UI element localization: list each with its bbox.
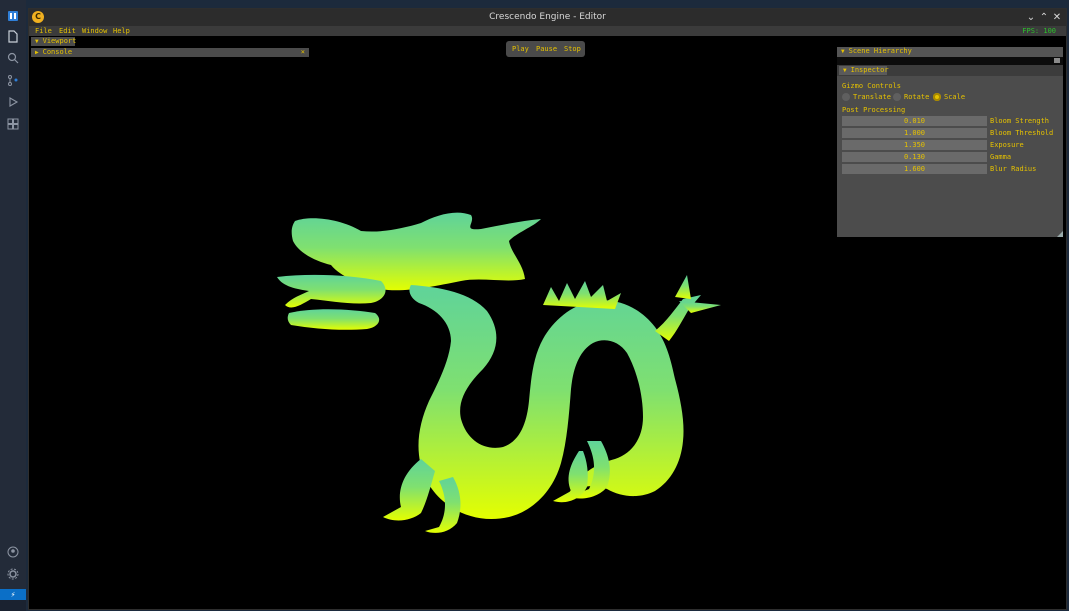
param-bloom-strength: 0.010 Bloom Strength	[842, 116, 1058, 126]
resize-grip-icon[interactable]	[1057, 231, 1063, 237]
playback-toolbar: Play Pause Stop	[506, 41, 585, 57]
hierarchy-list[interactable]	[837, 57, 1063, 65]
tab-console[interactable]: ▶ Console ×	[31, 48, 309, 57]
exposure-slider[interactable]: 1.350	[842, 140, 987, 150]
radio-dot[interactable]	[842, 93, 850, 101]
param-gamma: 0.130 Gamma	[842, 152, 1058, 162]
rotate-label: Rotate	[904, 93, 930, 101]
radio-dot[interactable]	[893, 93, 901, 101]
tab-inspector[interactable]: ▼ Inspector	[839, 66, 889, 75]
hierarchy-scrollbar[interactable]	[1054, 58, 1060, 63]
search-icon[interactable]	[4, 52, 22, 70]
scene-hierarchy-panel: ▼ Scene Hierarchy	[837, 47, 1063, 65]
run-debug-icon[interactable]	[4, 96, 22, 114]
exposure-label: Exposure	[990, 141, 1024, 149]
menu-edit[interactable]: Edit	[59, 26, 76, 36]
close-icon[interactable]: ✕	[1051, 9, 1063, 26]
param-blur-radius: 1.600 Blur Radius	[842, 164, 1058, 174]
editor-window: C Crescendo Engine - Editor ⌄ ⌃ ✕ File E…	[28, 8, 1067, 610]
gamma-slider[interactable]: 0.130	[842, 152, 987, 162]
hierarchy-tab-label: Scene Hierarchy	[848, 47, 912, 55]
files-icon[interactable]	[4, 30, 22, 48]
expand-arrow-icon[interactable]: ▶	[35, 49, 39, 56]
chevron-up-icon[interactable]: ⌃	[1038, 9, 1050, 26]
remote-status-icon[interactable]: ⚡	[0, 589, 26, 600]
gamma-label: Gamma	[990, 153, 1012, 161]
pause-button[interactable]: Pause	[536, 41, 557, 57]
collapse-arrow-icon[interactable]: ▼	[843, 67, 847, 74]
stop-button[interactable]: Stop	[564, 41, 581, 57]
blur-radius-slider[interactable]: 1.600	[842, 164, 987, 174]
menu-help[interactable]: Help	[113, 26, 130, 36]
chevron-down-icon[interactable]: ⌄	[1025, 9, 1037, 26]
status-bar-strip	[0, 600, 26, 611]
tab-viewport[interactable]: ▼ Viewport	[31, 37, 77, 46]
menu-file[interactable]: File	[35, 26, 52, 36]
play-button[interactable]: Play	[512, 41, 529, 57]
title-bar: C Crescendo Engine - Editor ⌄ ⌃ ✕	[29, 9, 1066, 26]
scale-label: Scale	[944, 93, 966, 101]
window-title: Crescendo Engine - Editor	[489, 12, 606, 22]
viewport-tab-label: Viewport	[42, 37, 77, 45]
translate-label: Translate	[853, 93, 891, 101]
account-icon[interactable]	[4, 546, 22, 564]
console-close-icon[interactable]: ×	[301, 48, 305, 57]
collapse-arrow-icon[interactable]: ▼	[841, 48, 845, 55]
post-processing-heading: Post Processing	[842, 106, 906, 114]
param-bloom-threshold: 1.000 Bloom Threshold	[842, 128, 1058, 138]
activity-bar: ⚡	[0, 0, 26, 611]
fps-counter: FPS: 100	[1022, 27, 1056, 35]
radio-dot[interactable]	[933, 93, 941, 101]
bloom-strength-label: Bloom Strength	[990, 117, 1050, 125]
bloom-threshold-label: Bloom Threshold	[990, 129, 1054, 137]
source-control-icon[interactable]	[4, 74, 22, 92]
tab-scene-hierarchy[interactable]: ▼ Scene Hierarchy	[837, 47, 1063, 56]
settings-icon[interactable]	[4, 568, 22, 586]
gizmo-controls-heading: Gizmo Controls	[842, 82, 902, 90]
bloom-threshold-slider[interactable]: 1.000	[842, 128, 987, 138]
inspector-panel: ▼ Inspector Gizmo Controls Translate Rota…	[837, 65, 1063, 237]
inspector-tab-label: Inspector	[850, 66, 889, 74]
extensions-icon[interactable]	[4, 118, 22, 136]
dragon-model[interactable]	[271, 201, 723, 536]
blur-radius-label: Blur Radius	[990, 165, 1037, 173]
menu-bar: File Edit Window Help FPS: 100	[29, 26, 1066, 36]
param-exposure: 1.350 Exposure	[842, 140, 1058, 150]
collapse-arrow-icon[interactable]: ▼	[35, 38, 39, 45]
explorer-icon[interactable]	[4, 10, 22, 28]
menu-window[interactable]: Window	[82, 26, 107, 36]
console-tab-label: Console	[42, 48, 73, 56]
bloom-strength-slider[interactable]: 0.010	[842, 116, 987, 126]
